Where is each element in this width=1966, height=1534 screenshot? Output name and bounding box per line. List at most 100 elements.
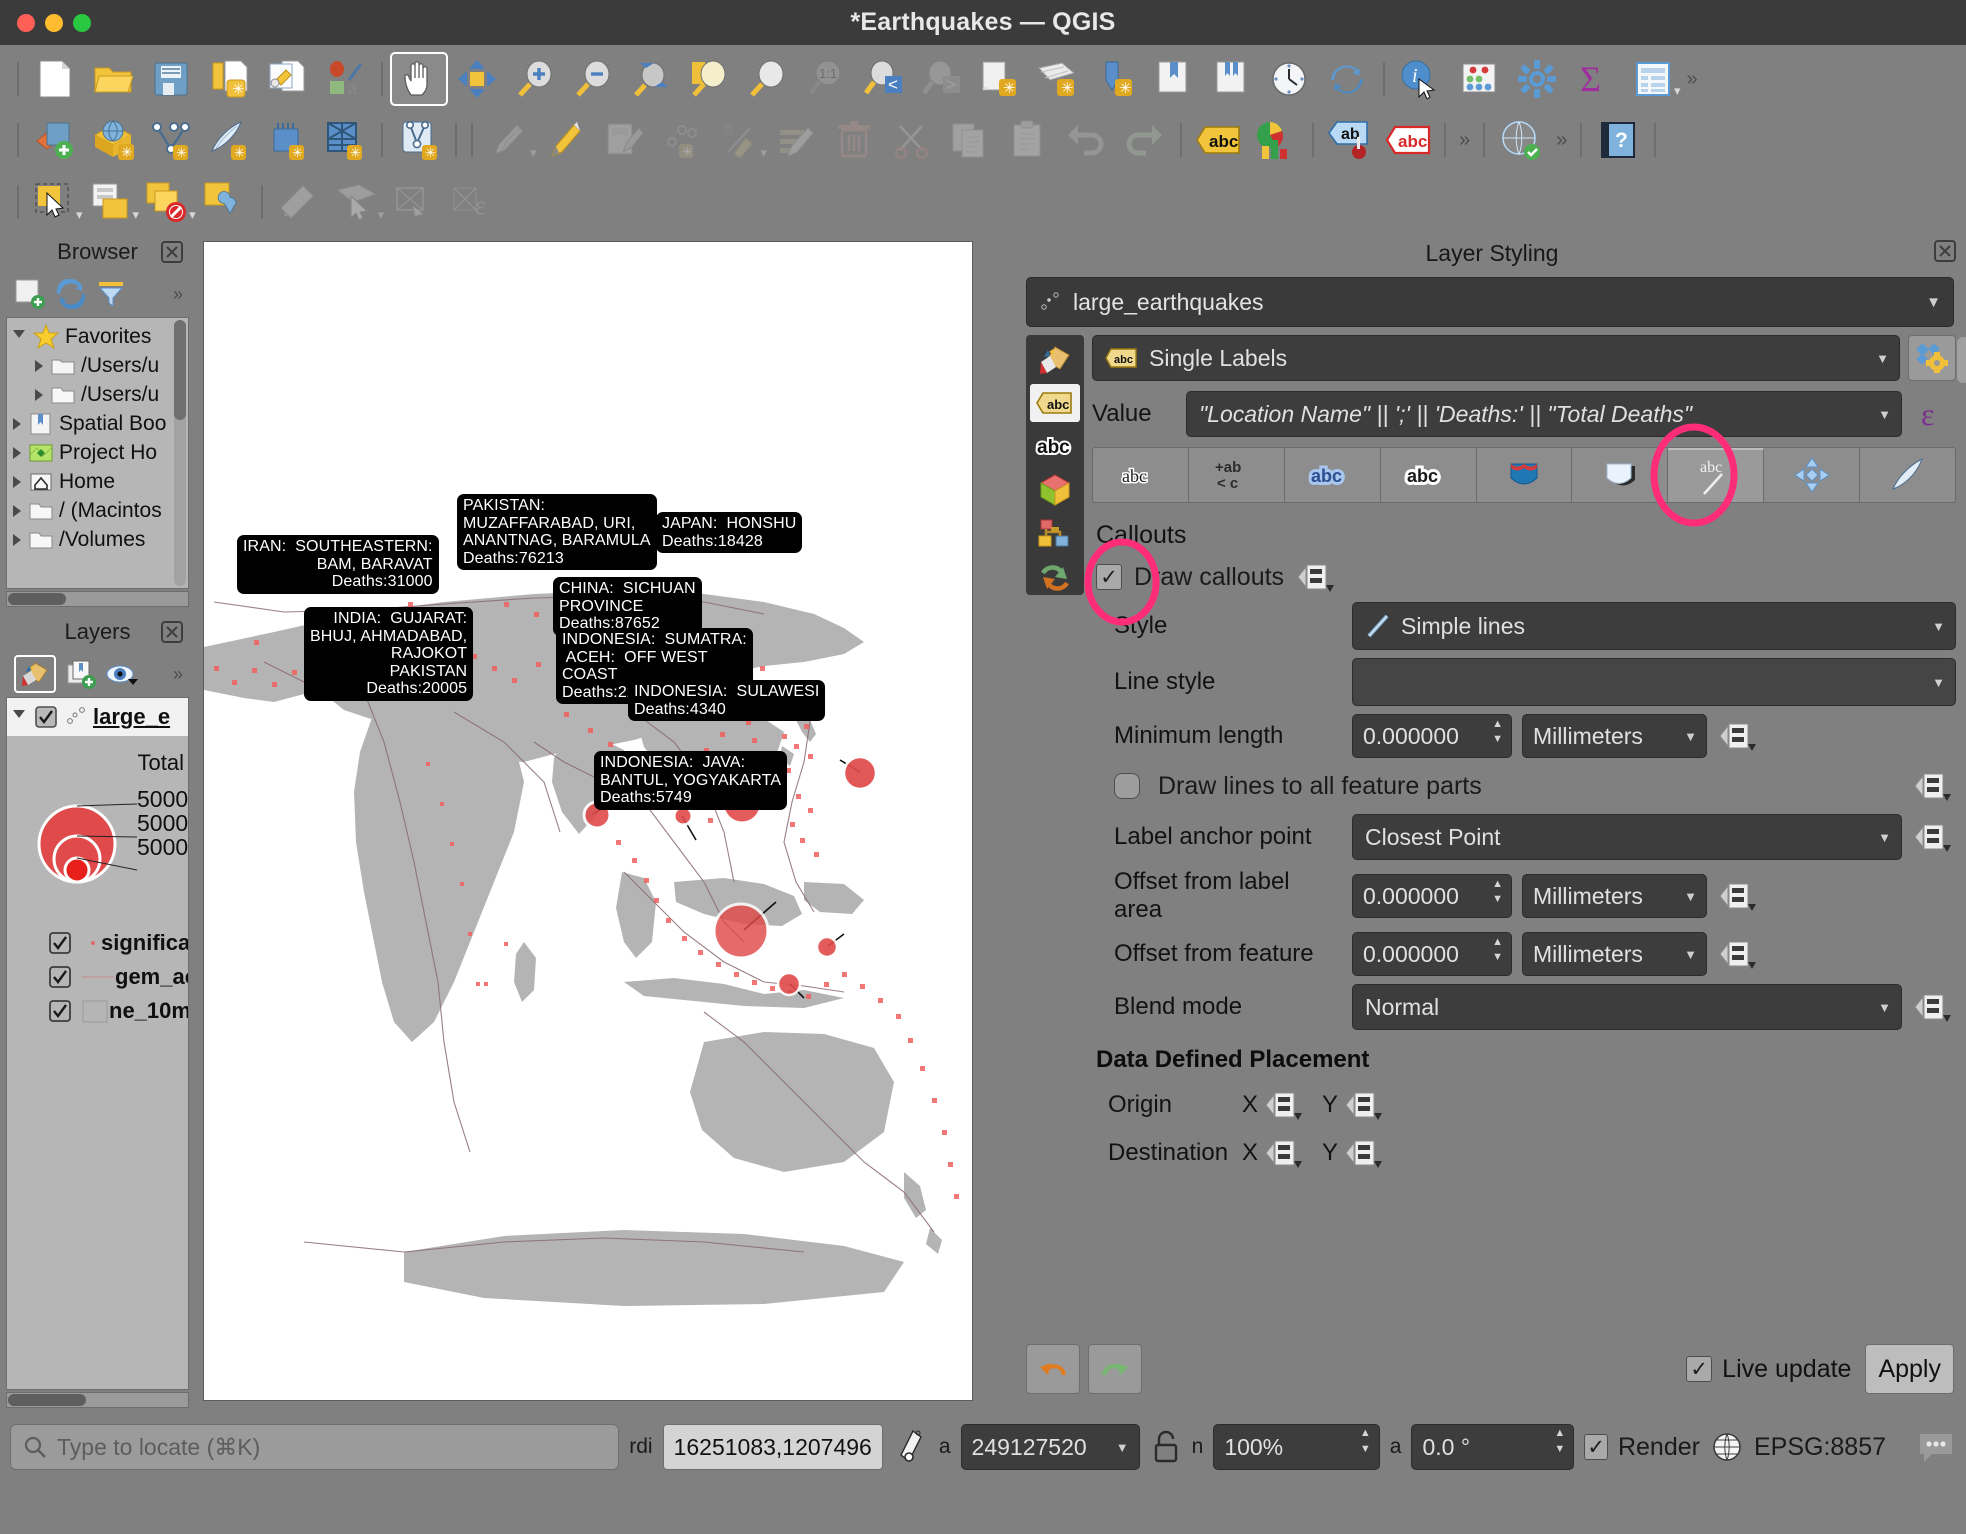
zoom-next-icon[interactable]: > xyxy=(912,52,970,106)
undo-icon[interactable] xyxy=(1057,113,1115,167)
zoom-layer-icon[interactable] xyxy=(738,52,796,106)
close-icon[interactable] xyxy=(159,619,185,645)
data-defined-override-icon[interactable] xyxy=(1717,716,1761,756)
deselect-features-icon[interactable] xyxy=(139,175,197,229)
browser-item[interactable]: /Users/u xyxy=(11,380,184,409)
browser-tree[interactable]: Favorites /Users/u /Users/u Spatial Boo xyxy=(6,317,189,589)
browser-item[interactable]: Favorites xyxy=(11,322,184,351)
chevron-down-icon[interactable]: ▼ xyxy=(1684,947,1697,962)
help-icon[interactable]: ? xyxy=(1589,113,1647,167)
browser-item[interactable]: /Users/u xyxy=(11,351,184,380)
expander-icon[interactable] xyxy=(13,417,21,430)
destination-y-override-icon[interactable] xyxy=(1344,1136,1386,1170)
layer-item-ne-10m[interactable]: ne_10m xyxy=(7,994,188,1028)
style-manager-icon[interactable] xyxy=(258,52,316,106)
chevron-down-icon[interactable]: ▼ xyxy=(1116,1440,1129,1455)
stepper-arrows[interactable]: ▲ ▼ xyxy=(1492,937,1503,963)
refresh-icon[interactable] xyxy=(1318,52,1376,106)
line-style-combo[interactable]: ▼ xyxy=(1352,658,1956,706)
add-raster-layer-icon[interactable]: ✳ xyxy=(316,113,374,167)
new-print-layout-icon[interactable]: ✳ xyxy=(200,52,258,106)
zoom-last-icon[interactable]: < xyxy=(854,52,912,106)
stepper-arrows[interactable]: ▲ ▼ xyxy=(1492,719,1503,745)
tab-formatting[interactable]: +ab < c xyxy=(1189,448,1285,502)
paste-features-icon[interactable] xyxy=(999,113,1057,167)
layers-tree[interactable]: large_e Total 5000 5000 5000 significa g… xyxy=(6,697,189,1390)
add-group-icon[interactable] xyxy=(66,659,96,689)
expander-icon[interactable] xyxy=(13,710,25,724)
filter-icon[interactable] xyxy=(96,279,126,309)
expander-icon[interactable] xyxy=(13,446,21,459)
browser-more-icon[interactable]: » xyxy=(173,284,183,305)
manage-visibility-icon[interactable] xyxy=(106,661,138,687)
undo-button[interactable] xyxy=(1026,1344,1080,1394)
select-features-icon[interactable] xyxy=(26,175,84,229)
add-mesh-layer-icon[interactable]: ✳ xyxy=(258,113,316,167)
attribute-table-icon[interactable] xyxy=(1624,52,1682,106)
multi-edit-icon[interactable] xyxy=(767,113,825,167)
layers-more-icon[interactable]: » xyxy=(173,664,183,685)
chevron-down-icon[interactable]: ▼ xyxy=(1878,1000,1891,1015)
labeling-settings-button[interactable] xyxy=(1908,335,1956,381)
style-combo[interactable]: Simple lines ▼ xyxy=(1352,602,1956,650)
layer-visibility-checkbox[interactable] xyxy=(33,704,59,730)
layer-visibility-checkbox[interactable] xyxy=(47,998,73,1024)
label-mode-combo[interactable]: abc Single Labels ▼ xyxy=(1092,335,1900,381)
data-source-manager-icon[interactable]: a xyxy=(316,52,374,106)
copy-features-icon[interactable] xyxy=(941,113,999,167)
browser-vertical-scrollbar[interactable] xyxy=(174,320,186,586)
chevron-down-icon[interactable]: ▼ xyxy=(1878,407,1891,422)
data-defined-override-icon[interactable] xyxy=(1717,934,1761,974)
offset-from-label-area-input[interactable]: 0.000000 ▲ ▼ xyxy=(1352,874,1512,918)
save-project-icon[interactable] xyxy=(142,52,200,106)
refresh-icon[interactable] xyxy=(56,279,86,309)
stepper-arrows[interactable]: ▲ ▼ xyxy=(1554,1428,1565,1455)
add-vector-layer-icon[interactable]: ✳ xyxy=(142,113,200,167)
vertex-tool-icon[interactable]: ✳ xyxy=(653,113,711,167)
map-canvas[interactable]: IRAN: SOUTHEASTERN: BAM, BARAVAT Deaths:… xyxy=(203,241,973,1401)
pan-map-icon[interactable] xyxy=(390,52,448,106)
chevron-down-icon[interactable]: ▼ xyxy=(1878,830,1891,845)
locator-search-input[interactable]: Type to locate (⌘K) xyxy=(10,1424,620,1470)
coordinate-input[interactable]: 16251083,1207496 xyxy=(662,1424,883,1470)
minimum-length-unit-combo[interactable]: Millimeters ▼ xyxy=(1522,714,1707,758)
expander-icon[interactable] xyxy=(13,533,21,546)
tab-buffer[interactable]: abc xyxy=(1285,448,1381,502)
data-defined-override-icon[interactable] xyxy=(1296,560,1338,594)
magnifier-input[interactable]: 100% ▲ ▼ xyxy=(1213,1424,1380,1470)
toolbar-overflow-icon[interactable]: » xyxy=(1550,129,1573,152)
tab-rendering[interactable] xyxy=(1860,448,1955,502)
measure-line-icon[interactable] xyxy=(270,175,328,229)
chevron-down-icon[interactable]: ▼ xyxy=(1684,889,1697,904)
origin-y-override-icon[interactable] xyxy=(1344,1088,1386,1122)
new-project-icon[interactable] xyxy=(26,52,84,106)
tab-shadow[interactable] xyxy=(1572,448,1669,502)
add-layer-icon[interactable] xyxy=(26,113,84,167)
identify-features-icon[interactable]: i xyxy=(1392,52,1450,106)
show-hide-labels-icon[interactable]: abc xyxy=(1379,113,1437,167)
panel-vertical-scrollbar[interactable] xyxy=(1957,337,1966,383)
draw-callouts-checkbox[interactable]: ✓ xyxy=(1096,564,1122,590)
cut-features-icon[interactable] xyxy=(883,113,941,167)
expander-icon[interactable] xyxy=(13,504,21,517)
browser-item[interactable]: / (Macintos xyxy=(11,496,184,525)
draw-lines-all-parts-checkbox[interactable] xyxy=(1114,773,1140,799)
zoom-full-icon[interactable] xyxy=(622,52,680,106)
add-favorite-icon[interactable] xyxy=(14,278,46,310)
select-value-icon[interactable] xyxy=(196,175,254,229)
add-pointcloud-layer-icon[interactable]: ✳ xyxy=(390,113,448,167)
close-icon[interactable] xyxy=(1932,238,1958,264)
diagram-icon[interactable] xyxy=(1247,113,1305,167)
browser-item[interactable]: Project Ho xyxy=(11,438,184,467)
live-update-checkbox[interactable]: ✓ xyxy=(1686,1356,1713,1382)
zoom-selection-icon[interactable] xyxy=(680,52,738,106)
open-layer-styling-icon[interactable] xyxy=(14,655,56,693)
expander-icon[interactable] xyxy=(35,388,43,401)
label-anchor-point-combo[interactable]: Closest Point ▼ xyxy=(1352,814,1902,860)
offset-from-label-area-unit-combo[interactable]: Millimeters ▼ xyxy=(1522,874,1707,918)
coordinate-toggle-icon[interactable] xyxy=(893,1427,929,1467)
pan-to-selection-icon[interactable] xyxy=(448,52,506,106)
new-3d-map-view-icon[interactable]: ✳ xyxy=(1028,52,1086,106)
lock-scale-icon[interactable] xyxy=(1150,1427,1182,1467)
expander-icon[interactable] xyxy=(13,475,21,488)
